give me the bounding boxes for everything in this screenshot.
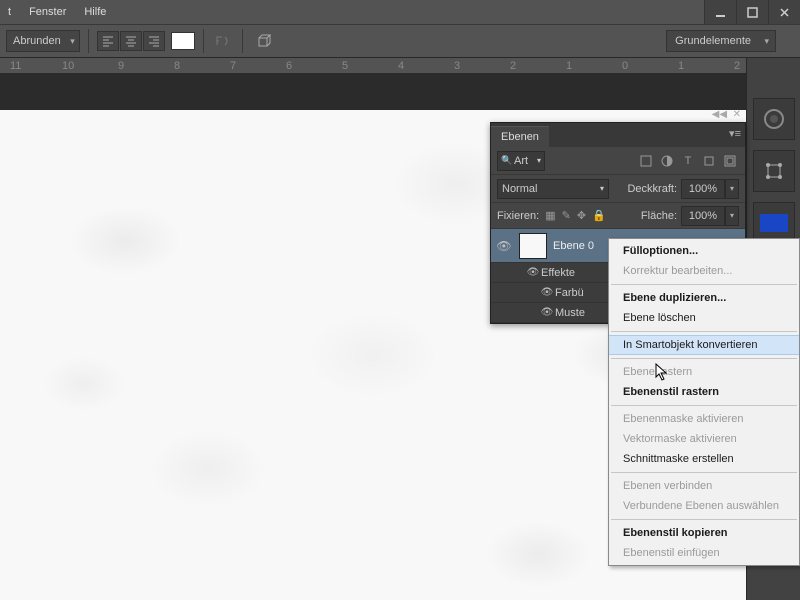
context-menu-item[interactable]: Fülloptionen... [609,241,799,261]
fill-value[interactable]: 100% [681,206,725,226]
ruler-tick: 8 [174,60,180,72]
context-menu-item: Verbundene Ebenen auswählen [609,496,799,516]
visibility-icon[interactable]: 👁 [495,239,513,253]
menu-item-hilfe[interactable]: Hilfe [84,6,106,18]
context-menu-item: Ebenen verbinden [609,476,799,496]
warp-text-button[interactable] [212,31,234,51]
filter-kind-select[interactable]: Art [497,151,545,171]
context-menu-item[interactable]: Ebenenstil rastern [609,382,799,402]
menu-item-fenster[interactable]: Fenster [29,6,66,18]
3d-button[interactable] [251,31,277,51]
blend-mode-row: Normal Deckkraft: 100% ▾ [491,175,745,203]
dock-transform-icon[interactable] [753,150,795,192]
ruler-tick: 2 [734,60,740,72]
align-right-button[interactable] [143,31,165,51]
lock-transparency-icon[interactable]: ▦ [545,209,555,222]
menu-item[interactable]: t [8,6,11,18]
ruler-tick: 9 [118,60,124,72]
close-button[interactable] [768,0,800,24]
tab-ebenen[interactable]: Ebenen [491,126,549,147]
menubar: t Fenster Hilfe [0,0,800,24]
dock-color-icon[interactable] [753,98,795,140]
fill-arrow[interactable]: ▾ [725,206,739,226]
layer-thumbnail[interactable] [519,233,547,259]
opacity-value[interactable]: 100% [681,179,725,199]
context-menu-separator [611,519,797,520]
context-menu-item[interactable]: Ebene duplizieren... [609,288,799,308]
layer-name[interactable]: Ebene 0 [553,240,594,252]
context-menu-separator [611,405,797,406]
separator [88,29,89,53]
context-menu-separator [611,358,797,359]
effect-label: Farbü [555,287,584,299]
options-toolbar: Abrunden Grundelemente [0,24,800,58]
maximize-button[interactable] [736,0,768,24]
context-menu: Fülloptionen...Korrektur bearbeiten... Eb… [608,238,800,566]
ruler-tick: 1 [678,60,684,72]
panel-tabbar: ◀◀ ✕ Ebenen ▾≡ [491,123,745,147]
effects-label: Effekte [541,267,575,279]
context-menu-item[interactable]: Ebene löschen [609,308,799,328]
minimize-button[interactable] [704,0,736,24]
context-menu-separator [611,284,797,285]
lock-position-icon[interactable]: ✥ [577,209,586,222]
lock-row: Fixieren: ▦ ✎ ✥ 🔒 Fläche: 100% ▾ [491,203,745,229]
opacity-label: Deckkraft: [627,183,677,195]
ruler-tick: 5 [342,60,348,72]
ruler-tick: 7 [230,60,236,72]
grundelemente-select[interactable]: Grundelemente [666,30,776,52]
shape-mode-select[interactable]: Abrunden [6,30,80,52]
visibility-icon[interactable]: 👁 [539,307,555,318]
align-center-button[interactable] [120,31,142,51]
separator [242,29,243,53]
fill-label: Fläche: [641,210,677,222]
context-menu-item[interactable]: Ebenenstil kopieren [609,523,799,543]
context-menu-separator [611,331,797,332]
ruler-tick: 0 [622,60,628,72]
effect-label: Muste [555,307,585,319]
context-menu-item: Ebenenstil einfügen [609,543,799,563]
context-menu-item: Ebenenmaske aktivieren [609,409,799,429]
filter-type-icon[interactable]: T [679,152,697,170]
context-menu-separator [611,472,797,473]
align-left-button[interactable] [97,31,119,51]
ruler-tick: 2 [510,60,516,72]
filter-pixel-icon[interactable] [637,152,655,170]
panel-menu-icon[interactable]: ▾≡ [729,127,741,140]
filter-adjust-icon[interactable] [658,152,676,170]
ruler-tick: 10 [62,60,74,72]
ruler-horizontal: 11 10 9 8 7 6 5 4 3 2 1 0 1 2 [0,58,746,74]
align-group [97,31,165,51]
ruler-tick: 11 [10,60,21,72]
lock-paint-icon[interactable]: ✎ [562,209,571,222]
fill-swatch[interactable] [171,32,195,50]
lock-label: Fixieren: [497,210,539,222]
context-menu-item: Ebene rastern [609,362,799,382]
lock-all-icon[interactable]: 🔒 [592,209,606,222]
context-menu-item[interactable]: Schnittmaske erstellen [609,449,799,469]
ruler-tick: 6 [286,60,292,72]
separator [203,29,204,53]
canvas-background [0,74,746,110]
context-menu-item[interactable]: In Smartobjekt konvertieren [609,335,799,355]
ruler-tick: 4 [398,60,404,72]
context-menu-item: Vektormaske aktivieren [609,429,799,449]
filter-row: Art T [491,147,745,175]
context-menu-item: Korrektur bearbeiten... [609,261,799,281]
window-controls [704,0,800,24]
ruler-tick: 1 [566,60,572,72]
ruler-tick: 3 [454,60,460,72]
filter-smart-icon[interactable] [721,152,739,170]
visibility-icon[interactable]: 👁 [539,287,555,298]
panel-collapse-icon[interactable]: ◀◀ ✕ [712,109,741,120]
opacity-arrow[interactable]: ▾ [725,179,739,199]
blend-mode-select[interactable]: Normal [497,179,609,199]
visibility-icon[interactable]: 👁 [525,267,541,278]
filter-shape-icon[interactable] [700,152,718,170]
